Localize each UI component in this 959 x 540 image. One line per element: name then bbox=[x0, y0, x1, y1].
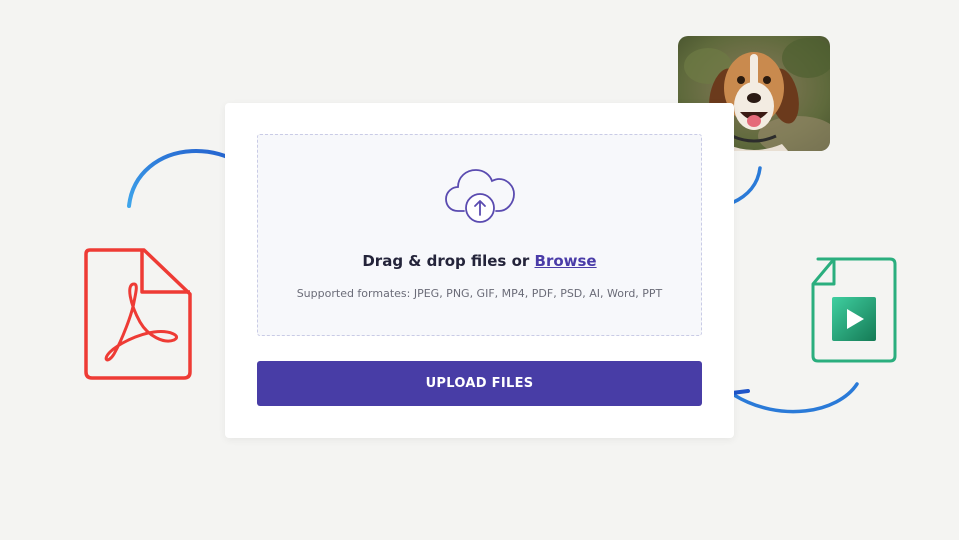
drag-drop-text: Drag & drop files or Browse bbox=[258, 252, 701, 270]
pdf-file-icon bbox=[84, 248, 192, 380]
curved-arrow-video bbox=[728, 382, 859, 414]
upload-files-button[interactable]: UPLOAD FILES bbox=[257, 361, 702, 406]
browse-link[interactable]: Browse bbox=[535, 252, 597, 270]
video-file-icon bbox=[811, 257, 897, 363]
supported-formats-text: Supported formates: JPEG, PNG, GIF, MP4,… bbox=[296, 287, 663, 300]
drag-drop-label: Drag & drop files or bbox=[362, 252, 530, 270]
cloud-upload-icon bbox=[445, 169, 515, 223]
upload-card: Drag & drop files or Browse Supported fo… bbox=[225, 103, 734, 438]
drop-zone[interactable]: Drag & drop files or Browse Supported fo… bbox=[257, 134, 702, 336]
